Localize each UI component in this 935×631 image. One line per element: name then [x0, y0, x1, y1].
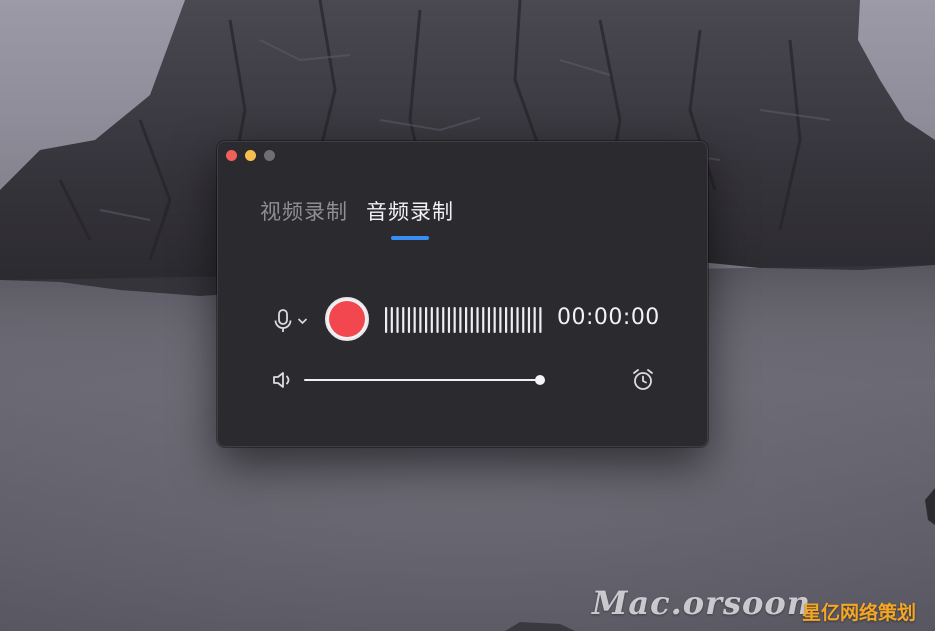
level-bar: [385, 307, 388, 333]
microphone-icon: [274, 309, 292, 332]
watermark-overlay: 星亿网络策划: [802, 602, 917, 624]
audio-recorder-window: 视频录制 音频录制 00:00:00: [217, 141, 708, 447]
level-bar: [447, 307, 451, 333]
volume-fill: [304, 379, 540, 381]
level-bar: [499, 307, 502, 333]
chevron-down-icon: [297, 318, 308, 325]
level-bar: [482, 307, 485, 333]
level-bar: [413, 307, 416, 333]
level-bar: [527, 307, 531, 333]
audio-input-selector[interactable]: [272, 308, 308, 334]
level-bar: [425, 307, 428, 333]
recording-timer: 00:00:00: [557, 305, 660, 330]
level-bar: [419, 307, 422, 333]
speaker-icon[interactable]: [272, 370, 296, 390]
zoom-button[interactable]: [264, 150, 275, 161]
level-bar: [430, 307, 433, 333]
level-bar: [539, 307, 542, 333]
watermark-text: Mac.orsoon: [592, 584, 811, 622]
level-bar: [505, 307, 508, 333]
minimize-button[interactable]: [245, 150, 256, 161]
tab-video-recording[interactable]: 视频录制: [260, 196, 348, 240]
volume-slider[interactable]: [304, 373, 545, 387]
level-bar: [465, 307, 468, 333]
audio-level-meter: [385, 307, 542, 333]
close-button[interactable]: [226, 150, 237, 161]
level-bar: [510, 307, 513, 333]
level-bar: [533, 307, 536, 333]
window-controls: [226, 150, 275, 161]
record-dot: [329, 301, 365, 337]
level-bar: [487, 307, 491, 333]
volume-knob[interactable]: [535, 375, 545, 385]
level-bar: [516, 307, 519, 333]
level-bar: [453, 307, 456, 333]
record-button[interactable]: [325, 297, 369, 341]
level-bar: [390, 307, 393, 333]
level-bar: [470, 307, 473, 333]
level-bar: [476, 307, 479, 333]
recording-mode-tabs: 视频录制 音频录制: [260, 196, 454, 240]
alarm-clock-icon[interactable]: [630, 367, 656, 393]
level-bar: [402, 307, 405, 333]
tab-audio-recording[interactable]: 音频录制: [366, 196, 454, 240]
level-bar: [396, 307, 399, 333]
level-bar: [522, 307, 525, 333]
level-bar: [407, 307, 411, 333]
level-bar: [442, 307, 445, 333]
level-bar: [493, 307, 496, 333]
level-bar: [436, 307, 439, 333]
level-bar: [459, 307, 462, 333]
